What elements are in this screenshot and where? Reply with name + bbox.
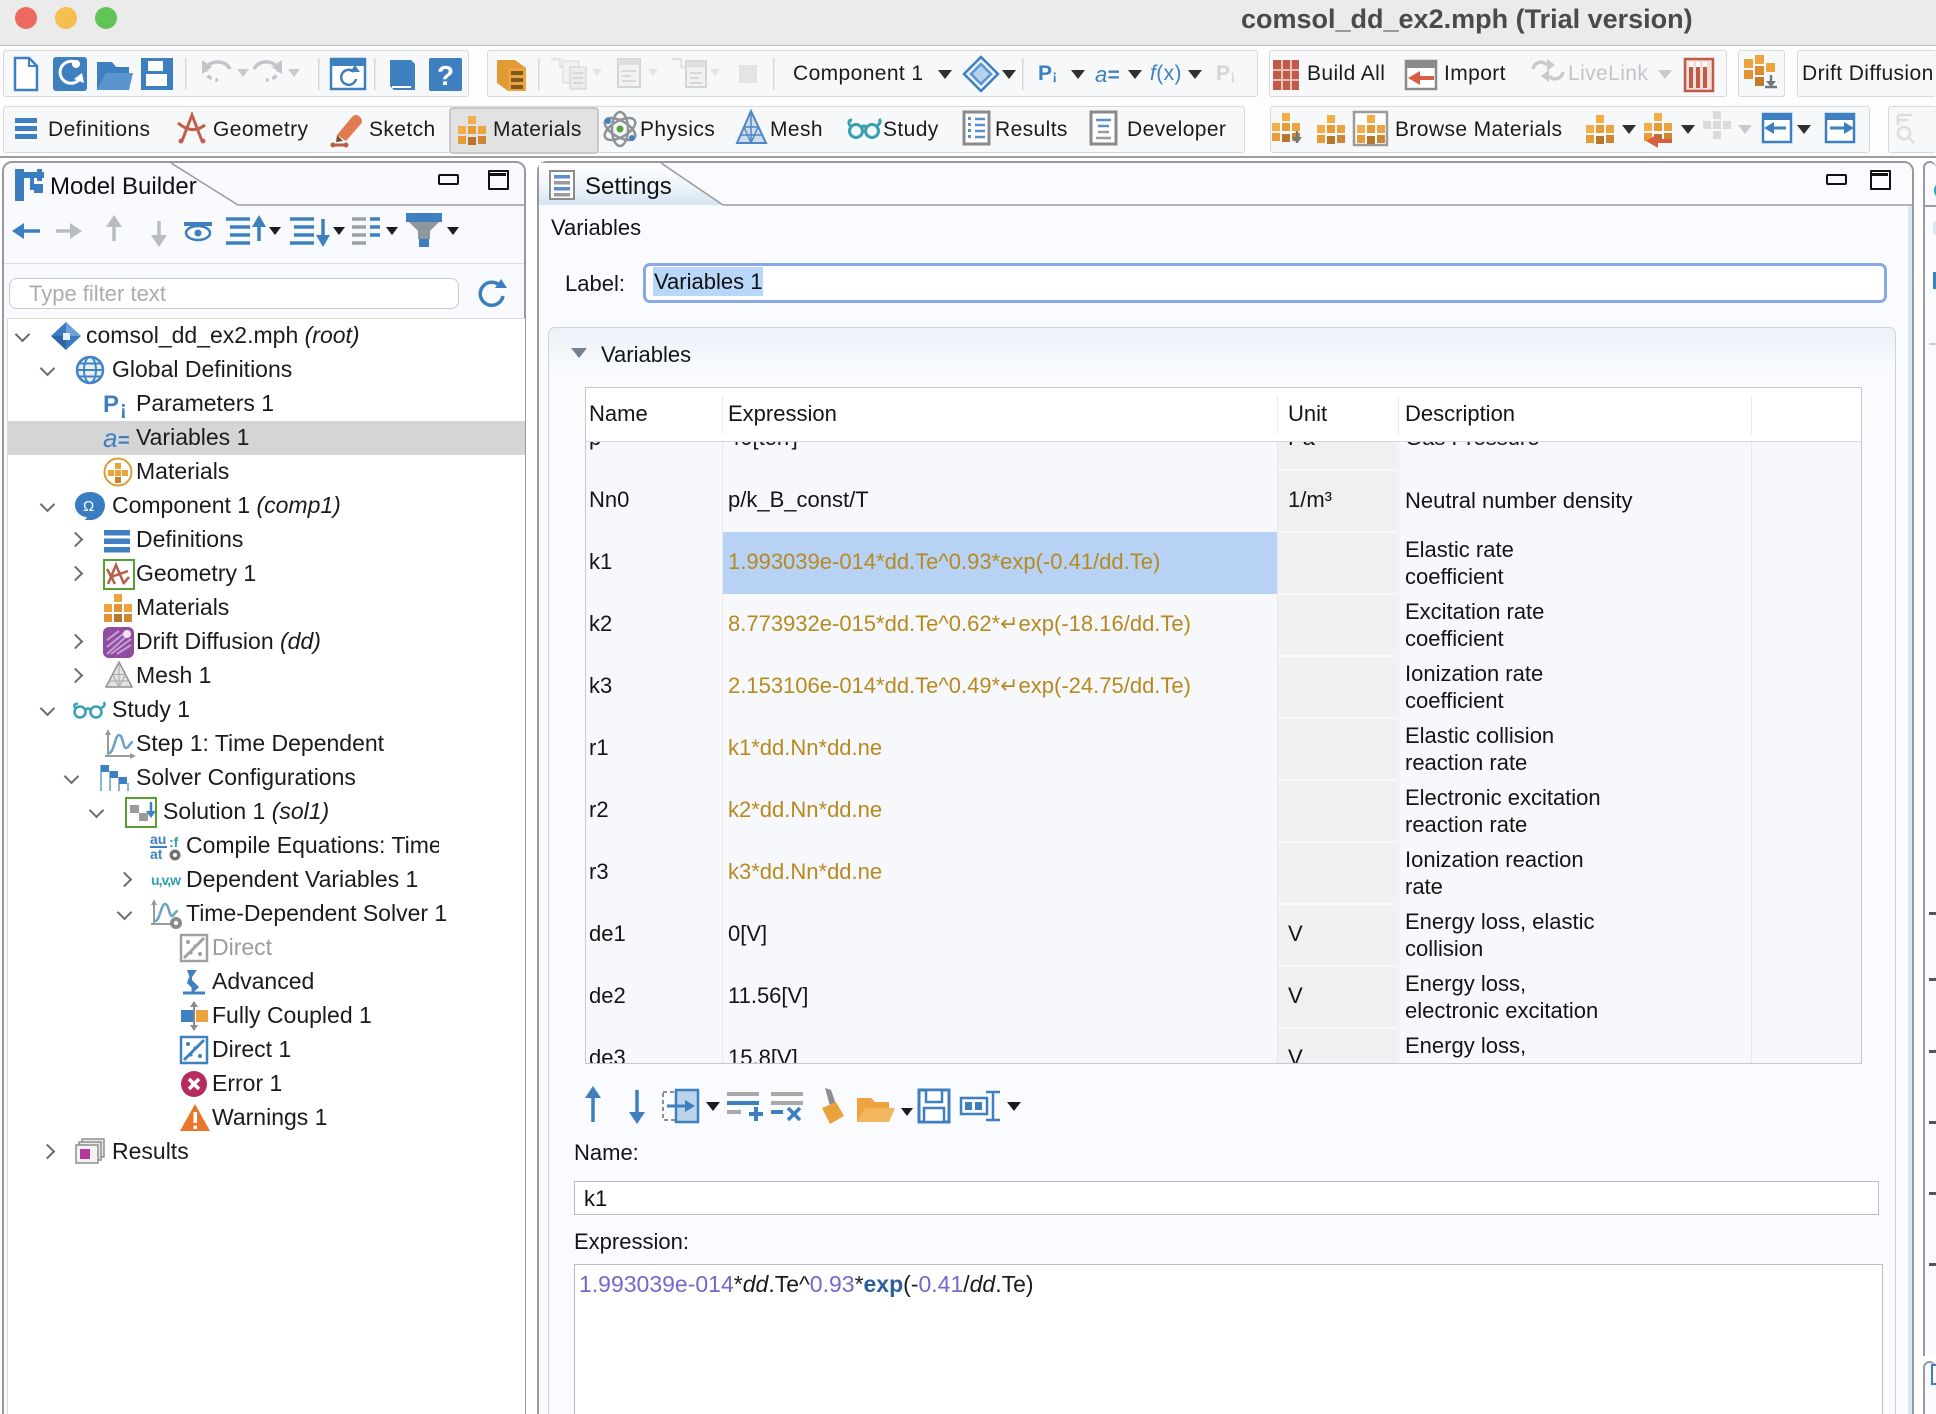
svg-text:=: = [118,430,130,452]
svg-text:u,v,w: u,v,w [151,872,181,888]
svg-text:P: P [103,392,119,418]
svg-text::f: :f [169,834,179,850]
svg-text:¡: ¡ [120,398,127,418]
svg-text:a: a [103,426,117,452]
svg-text:Ω: Ω [83,498,94,515]
svg-text:at: at [150,846,163,862]
svg-text:?: ? [437,60,454,91]
svg-text:au: au [150,831,166,847]
